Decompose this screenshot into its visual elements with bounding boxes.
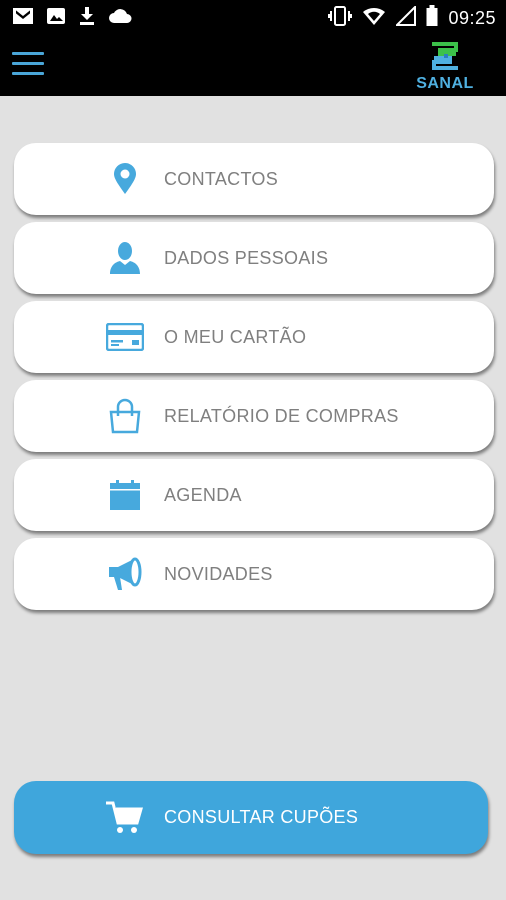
sanal-logo: SANAL — [414, 40, 476, 94]
cloud-icon — [108, 8, 132, 29]
clock: 09:25 — [448, 8, 496, 28]
gmail-icon — [12, 7, 34, 30]
menu-item-dados-pessoais[interactable]: DADOS PESSOAIS — [14, 222, 494, 294]
signal-icon — [395, 4, 417, 31]
menu-item-label: O MEU CARTÃO — [164, 327, 307, 347]
menu-item-agenda[interactable]: AGENDA — [14, 459, 494, 531]
logo-mark-icon — [432, 42, 458, 70]
vibrate-icon — [328, 5, 353, 32]
calendar-icon — [106, 477, 144, 513]
cart-icon — [104, 799, 144, 835]
cta-label: CONSULTAR CUPÕES — [164, 807, 359, 827]
status-bar: 09:25 — [0, 0, 506, 34]
menu-item-label: DADOS PESSOAIS — [164, 248, 329, 268]
menu-item-label: RELATÓRIO DE COMPRAS — [164, 406, 399, 426]
menu-item-relatorio-de-compras[interactable]: RELATÓRIO DE COMPRAS — [14, 380, 494, 452]
download-icon — [78, 6, 96, 31]
menu-item-label: NOVIDADES — [164, 564, 273, 584]
logo-text: SANAL — [416, 75, 474, 92]
card-icon — [106, 319, 144, 355]
main-menu: CONTACTOS DADOS PESSOAIS O MEU CARTÃO RE… — [14, 143, 494, 617]
location-pin-icon — [106, 161, 144, 197]
battery-icon — [426, 5, 438, 32]
menu-item-contactos[interactable]: CONTACTOS — [14, 143, 494, 215]
person-icon — [106, 240, 144, 276]
menu-item-label: CONTACTOS — [164, 169, 279, 189]
hamburger-icon[interactable] — [12, 52, 44, 78]
menu-item-label: AGENDA — [164, 485, 242, 505]
wifi-icon — [362, 6, 386, 31]
shopping-bag-icon — [106, 398, 144, 434]
consultar-cupoes-button[interactable]: CONSULTAR CUPÕES — [14, 781, 488, 854]
megaphone-icon — [106, 556, 144, 592]
app-bar: SANAL — [0, 34, 506, 96]
image-icon — [46, 7, 66, 30]
menu-item-o-meu-cartao[interactable]: O MEU CARTÃO — [14, 301, 494, 373]
menu-item-novidades[interactable]: NOVIDADES — [14, 538, 494, 610]
